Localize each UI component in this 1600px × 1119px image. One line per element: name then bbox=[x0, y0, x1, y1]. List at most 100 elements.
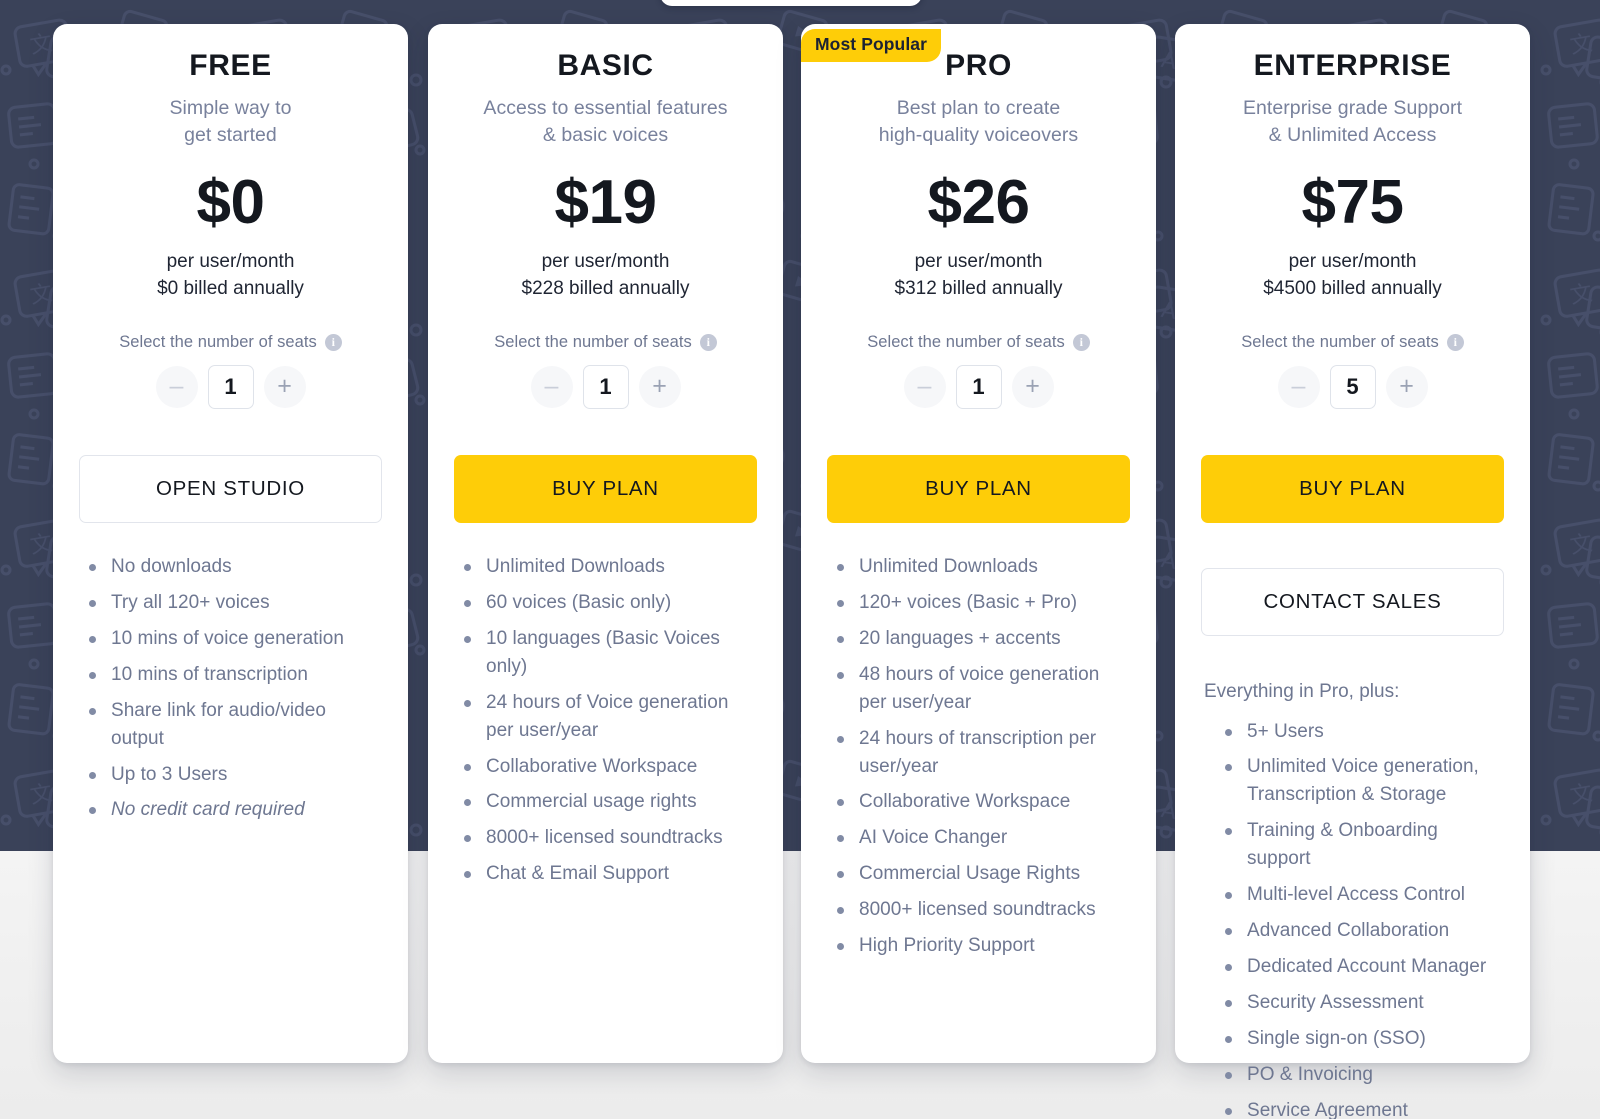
seats-value[interactable]: 1 bbox=[207, 364, 254, 409]
seats-decrement-button[interactable]: – bbox=[1277, 365, 1320, 408]
info-icon[interactable]: i bbox=[1072, 333, 1090, 351]
seats-decrement-button[interactable]: – bbox=[155, 365, 198, 408]
seats-label-row: Select the number of seats i bbox=[454, 333, 757, 352]
seats-increment-button[interactable]: + bbox=[1385, 365, 1428, 408]
plan-tagline-line2: get started bbox=[184, 124, 277, 147]
buy-plan-button[interactable]: BUY PLAN bbox=[827, 454, 1130, 523]
plan-tagline: Simple way to get started bbox=[79, 95, 382, 150]
feature-item: 48 hours of voice generation per user/ye… bbox=[831, 661, 1130, 717]
plan-price-note: per user/month $312 billed annually bbox=[827, 248, 1130, 303]
info-icon[interactable]: i bbox=[324, 333, 342, 351]
feature-item: 8000+ licensed soundtracks bbox=[831, 896, 1130, 924]
feature-item: AI Voice Changer bbox=[831, 824, 1130, 852]
seats-stepper: – 1 + bbox=[827, 364, 1130, 409]
seats-label: Select the number of seats bbox=[119, 332, 317, 351]
feature-list: Unlimited Downloads 60 voices (Basic onl… bbox=[454, 553, 757, 888]
feature-item: Service Agreement bbox=[1219, 1097, 1504, 1119]
plan-price: $75 bbox=[1301, 167, 1404, 237]
plan-price-note: per user/month $0 billed annually bbox=[79, 248, 382, 303]
seats-increment-button[interactable]: + bbox=[263, 365, 306, 408]
feature-item: Unlimited Downloads bbox=[831, 553, 1130, 581]
billed-annually-label: $312 billed annually bbox=[894, 278, 1063, 300]
plan-name: BASIC bbox=[557, 49, 654, 82]
feature-item: Unlimited Voice generation, Transcriptio… bbox=[1219, 753, 1504, 809]
plan-tagline-line1: Access to essential features bbox=[483, 96, 728, 119]
feature-item: 10 languages (Basic Voices only) bbox=[458, 625, 757, 681]
per-user-label: per user/month bbox=[541, 250, 670, 272]
plan-price-note: per user/month $4500 billed annually bbox=[1201, 248, 1504, 303]
plan-price: $0 bbox=[196, 167, 265, 237]
plan-price: $19 bbox=[554, 167, 657, 237]
info-icon[interactable]: i bbox=[699, 333, 717, 351]
seats-label-row: Select the number of seats i bbox=[79, 333, 382, 352]
feature-item: Security Assessment bbox=[1219, 989, 1504, 1017]
feature-item: Chat & Email Support bbox=[458, 860, 757, 888]
plan-tagline-line2: high-quality voiceovers bbox=[878, 124, 1079, 147]
plan-price-note: per user/month $228 billed annually bbox=[454, 248, 757, 303]
feature-list: 5+ Users Unlimited Voice generation, Tra… bbox=[1201, 718, 1504, 1119]
feature-item: Unlimited Downloads bbox=[458, 553, 757, 581]
feature-item: Commercial Usage Rights bbox=[831, 860, 1130, 888]
seats-increment-button[interactable]: + bbox=[1011, 365, 1054, 408]
billed-annually-label: $4500 billed annually bbox=[1263, 278, 1442, 300]
billed-annually-label: $0 billed annually bbox=[157, 278, 304, 300]
feature-item: 24 hours of Voice generation per user/ye… bbox=[458, 689, 757, 745]
seats-stepper: – 1 + bbox=[454, 364, 757, 409]
feature-item: Advanced Collaboration bbox=[1219, 917, 1504, 945]
seats-value[interactable]: 1 bbox=[582, 364, 629, 409]
seats-label: Select the number of seats bbox=[867, 332, 1065, 351]
seats-label: Select the number of seats bbox=[494, 332, 692, 351]
plan-price: $26 bbox=[927, 167, 1030, 237]
feature-item: Dedicated Account Manager bbox=[1219, 953, 1504, 981]
per-user-label: per user/month bbox=[914, 250, 1043, 272]
pricing-card-pro: Most Popular PRO Best plan to create hig… bbox=[801, 24, 1156, 1063]
per-user-label: per user/month bbox=[1288, 250, 1417, 272]
feature-item: PO & Invoicing bbox=[1219, 1061, 1504, 1089]
feature-list: No downloads Try all 120+ voices 10 mins… bbox=[79, 553, 382, 824]
buy-plan-button[interactable]: BUY PLAN bbox=[454, 454, 757, 523]
contact-sales-button[interactable]: CONTACT SALES bbox=[1201, 567, 1504, 636]
seats-label-row: Select the number of seats i bbox=[827, 333, 1130, 352]
feature-item: 10 mins of transcription bbox=[83, 661, 382, 689]
feature-item: No credit card required bbox=[83, 796, 382, 824]
plan-tagline-line1: Best plan to create bbox=[896, 96, 1061, 119]
feature-item: No downloads bbox=[83, 553, 382, 581]
pricing-card-basic: BASIC Access to essential features & bas… bbox=[428, 24, 783, 1063]
feature-item: 8000+ licensed soundtracks bbox=[458, 824, 757, 852]
feature-item: 24 hours of transcription per user/year bbox=[831, 725, 1130, 781]
feature-item: 60 voices (Basic only) bbox=[458, 589, 757, 617]
feature-item: Up to 3 Users bbox=[83, 761, 382, 789]
seats-label-row: Select the number of seats i bbox=[1201, 333, 1504, 352]
seats-decrement-button[interactable]: – bbox=[903, 365, 946, 408]
feature-item: Training & Onboarding support bbox=[1219, 817, 1504, 873]
seats-stepper: – 5 + bbox=[1201, 364, 1504, 409]
feature-list: Unlimited Downloads 120+ voices (Basic +… bbox=[827, 553, 1130, 960]
plan-name: FREE bbox=[189, 49, 272, 82]
feature-item: Collaborative Workspace bbox=[831, 788, 1130, 816]
feature-item: 10 mins of voice generation bbox=[83, 625, 382, 653]
feature-item: Share link for audio/video output bbox=[83, 697, 382, 753]
buy-plan-button[interactable]: BUY PLAN bbox=[1201, 454, 1504, 523]
most-popular-badge: Most Popular bbox=[801, 29, 942, 62]
seats-increment-button[interactable]: + bbox=[638, 365, 681, 408]
plan-tagline-line2: & Unlimited Access bbox=[1268, 124, 1437, 147]
per-user-label: per user/month bbox=[166, 250, 295, 272]
plan-name: ENTERPRISE bbox=[1253, 49, 1452, 82]
seats-value[interactable]: 5 bbox=[1329, 364, 1376, 409]
billed-annually-label: $228 billed annually bbox=[521, 278, 690, 300]
seats-decrement-button[interactable]: – bbox=[530, 365, 573, 408]
open-studio-button[interactable]: OPEN STUDIO bbox=[79, 454, 382, 523]
feature-item: 20 languages + accents bbox=[831, 625, 1130, 653]
feature-item: Commercial usage rights bbox=[458, 788, 757, 816]
info-icon[interactable]: i bbox=[1446, 333, 1464, 351]
seats-label: Select the number of seats bbox=[1241, 332, 1439, 351]
features-intro: Everything in Pro, plus: bbox=[1204, 680, 1400, 702]
plan-tagline-line1: Simple way to bbox=[169, 96, 292, 119]
feature-item: 120+ voices (Basic + Pro) bbox=[831, 589, 1130, 617]
plan-tagline: Access to essential features & basic voi… bbox=[454, 95, 757, 150]
pricing-card-enterprise: ENTERPRISE Enterprise grade Support & Un… bbox=[1175, 24, 1530, 1119]
seats-value[interactable]: 1 bbox=[955, 364, 1002, 409]
feature-item: High Priority Support bbox=[831, 932, 1130, 960]
pricing-card-free: FREE Simple way to get started $0 per us… bbox=[53, 24, 408, 1063]
feature-item: 5+ Users bbox=[1219, 718, 1504, 746]
